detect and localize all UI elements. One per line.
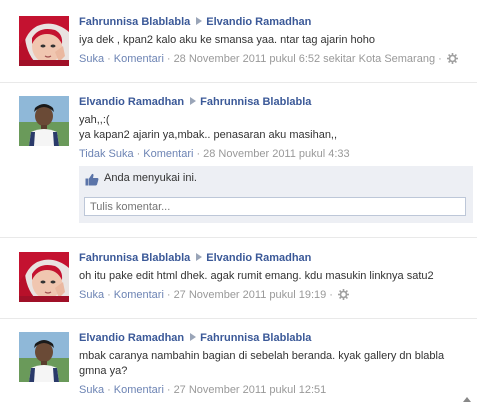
post-message: oh itu pake edit html dhek. agak rumit e… (79, 270, 434, 282)
avatar-boy-image (19, 96, 69, 146)
gear-icon[interactable] (446, 53, 458, 68)
separator: · (107, 384, 111, 396)
separator: · (166, 289, 171, 301)
separator: · (329, 289, 333, 301)
post-content: Elvandio Ramadhan Fahrunnisa Blablabla mb… (79, 331, 473, 397)
timestamp[interactable]: 27 November 2011 pukul 19:19 (174, 289, 327, 301)
author-link[interactable]: Fahrunnisa Blablabla (79, 16, 190, 28)
post-content: Fahrunnisa Blablabla Elvandio Ramadhan iy… (79, 15, 473, 68)
thumbs-up-icon (85, 173, 99, 189)
comment-link[interactable]: Komentari (143, 148, 193, 160)
avatar-girl-image (19, 16, 69, 66)
triangle-right-icon (196, 253, 203, 261)
gear-icon[interactable] (337, 289, 349, 304)
divider (0, 318, 477, 319)
post-meta: Suka · Komentari · 27 November 2011 pukul 19… (79, 288, 473, 304)
avatar-boy-image (19, 332, 69, 382)
post-header: Elvandio Ramadhan Fahrunnisa Blablabla (79, 95, 473, 109)
like-link[interactable]: Suka (79, 53, 104, 65)
comment-link[interactable]: Komentari (114, 384, 164, 396)
target-link[interactable]: Elvandio Ramadhan (206, 252, 311, 264)
post-header: Fahrunnisa Blablabla Elvandio Ramadhan (79, 15, 473, 29)
post-content: Fahrunnisa Blablabla Elvandio Ramadhan oh… (79, 251, 473, 304)
comment-input[interactable] (84, 197, 466, 216)
separator: · (166, 384, 171, 396)
post-content: Elvandio Ramadhan Fahrunnisa Blablabla ya… (79, 95, 473, 161)
triangle-right-icon (190, 333, 197, 341)
separator: · (107, 289, 111, 301)
triangle-right-icon (190, 97, 197, 105)
post-message: mbak caranya nambahin bagian di sebelah … (79, 350, 448, 377)
target-link[interactable]: Fahrunnisa Blablabla (200, 332, 311, 344)
author-link[interactable]: Elvandio Ramadhan (79, 96, 184, 108)
comment-box (79, 192, 473, 223)
likes-text: Anda menyukai ini. (104, 172, 197, 184)
target-link[interactable]: Fahrunnisa Blablabla (200, 96, 311, 108)
separator: · (107, 53, 111, 65)
like-link[interactable]: Suka (79, 289, 104, 301)
author-link[interactable]: Elvandio Ramadhan (79, 332, 184, 344)
triangle-right-icon (196, 17, 203, 25)
post-meta: Suka · Komentari · 28 November 2011 pukul 6:… (79, 52, 473, 68)
comment-link[interactable]: Komentari (114, 53, 164, 65)
post-message: iya dek , kpan2 kalo aku ke smansa yaa. … (79, 34, 375, 46)
avatar[interactable] (19, 332, 69, 382)
divider (0, 82, 477, 83)
like-link[interactable]: Suka (79, 384, 104, 396)
separator: · (166, 53, 171, 65)
separator: · (438, 53, 442, 65)
timestamp[interactable]: 28 November 2011 pukul 4:33 (203, 148, 350, 160)
unlike-link[interactable]: Tidak Suka (79, 148, 134, 160)
avatar[interactable] (19, 96, 69, 146)
target-link[interactable]: Elvandio Ramadhan (206, 16, 311, 28)
divider (0, 237, 477, 238)
author-link[interactable]: Fahrunnisa Blablabla (79, 252, 190, 264)
post-message: yah,,:( ya kapan2 ajarin ya,mbak.. penas… (79, 114, 338, 141)
avatar[interactable] (19, 16, 69, 66)
post-meta: Tidak Suka · Komentari · 28 November 2011 pu… (79, 147, 473, 161)
avatar-girl-image (19, 252, 69, 302)
post-meta: Suka · Komentari · 27 November 2011 pukul 12… (79, 383, 473, 397)
avatar[interactable] (19, 252, 69, 302)
separator: · (136, 148, 141, 160)
likes-box: Anda menyukai ini. (79, 166, 473, 193)
post-header: Fahrunnisa Blablabla Elvandio Ramadhan (79, 251, 473, 265)
separator: · (196, 148, 201, 160)
timestamp[interactable]: 28 November 2011 pukul 6:52 sekitar Kota… (174, 53, 436, 65)
timestamp[interactable]: 27 November 2011 pukul 12:51 (174, 384, 327, 396)
comment-link[interactable]: Komentari (114, 289, 164, 301)
scroll-up-icon[interactable] (463, 397, 471, 402)
post-header: Elvandio Ramadhan Fahrunnisa Blablabla (79, 331, 473, 345)
